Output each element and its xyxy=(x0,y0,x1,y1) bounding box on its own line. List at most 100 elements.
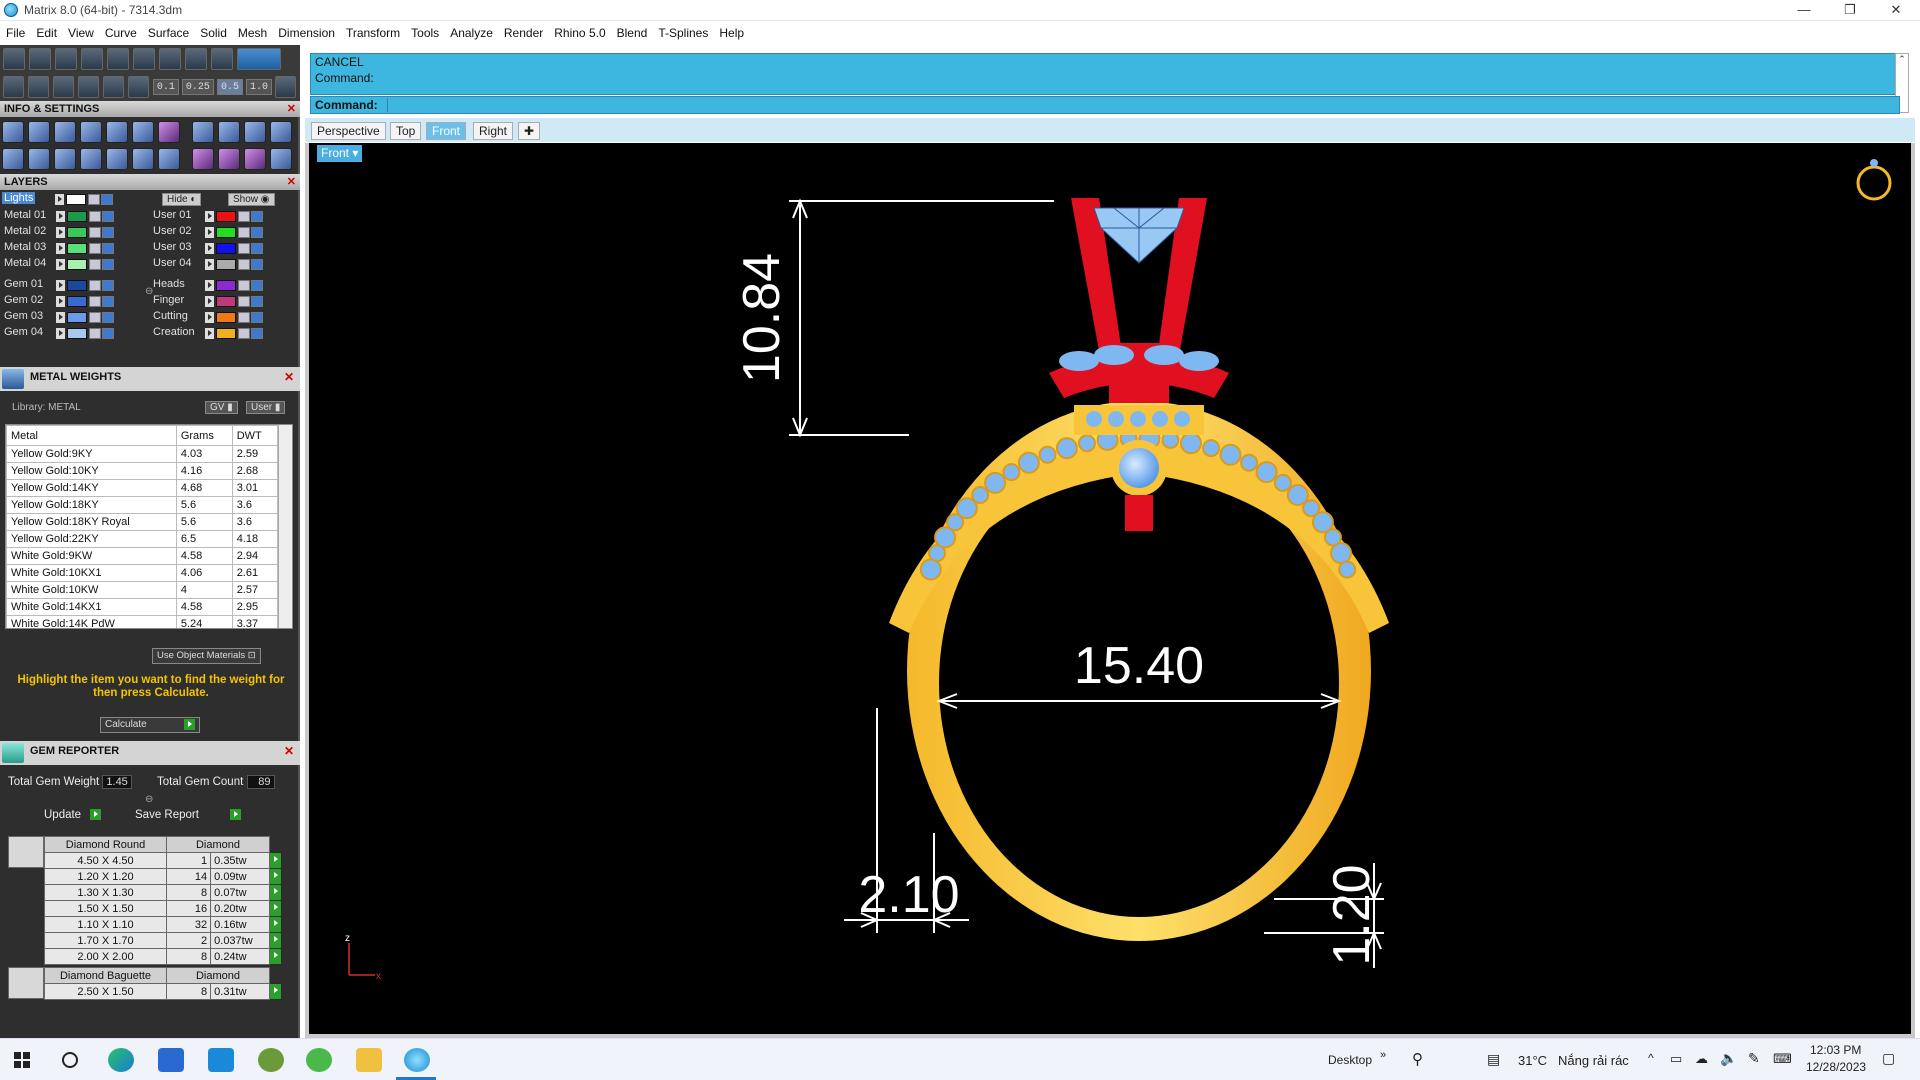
menu-edit[interactable]: Edit xyxy=(36,26,57,40)
snap-perp-icon[interactable] xyxy=(159,48,181,70)
metal-table-scrollbar[interactable] xyxy=(278,425,292,628)
box-icon[interactable] xyxy=(80,148,102,170)
snap-mid-icon[interactable] xyxy=(81,48,103,70)
tools-icon[interactable] xyxy=(192,121,214,143)
windows-icon[interactable] xyxy=(2,148,24,170)
visible-icon[interactable] xyxy=(102,279,114,291)
show-button[interactable]: Show ◉ xyxy=(228,193,275,206)
layer-color-swatch[interactable] xyxy=(67,279,87,291)
layer-controls[interactable] xyxy=(205,295,264,307)
snap-near-icon[interactable] xyxy=(29,48,51,70)
layer-color-swatch[interactable] xyxy=(66,193,86,205)
expand-arrow-icon[interactable] xyxy=(56,327,65,339)
palette-icon[interactable] xyxy=(192,148,214,170)
layer-metal-03-label[interactable]: Metal 03 xyxy=(4,241,46,253)
table-row[interactable]: White Gold:10KX1 4.06 2.61 xyxy=(6,564,279,582)
gem-row[interactable]: 1.30 X 1.30 8 0.07tw xyxy=(44,884,282,901)
expand-arrow-icon[interactable] xyxy=(205,295,214,307)
matrix-app-icon[interactable] xyxy=(404,1048,430,1072)
calculate-button[interactable]: Calculate xyxy=(100,717,200,733)
visible-icon[interactable] xyxy=(251,279,263,291)
expand-arrow-icon[interactable] xyxy=(56,226,65,238)
point-icon[interactable] xyxy=(127,76,149,98)
chevron-right-icon[interactable]: » xyxy=(1380,1049,1386,1061)
grid-snap-icon[interactable] xyxy=(274,76,296,98)
play-icon[interactable] xyxy=(269,852,282,869)
people-icon[interactable]: ⚲ xyxy=(1412,1050,1423,1068)
gv-button[interactable]: GV ▮ xyxy=(205,401,238,414)
layer-color-swatch[interactable] xyxy=(216,242,236,254)
layer-color-swatch[interactable] xyxy=(216,295,236,307)
grid-panel-icon[interactable] xyxy=(270,121,292,143)
snap-tan-icon[interactable] xyxy=(185,48,207,70)
visible-icon[interactable] xyxy=(251,226,263,238)
lock-icon[interactable] xyxy=(89,226,101,238)
expand-arrow-icon[interactable] xyxy=(55,193,64,205)
lock-icon[interactable] xyxy=(238,242,250,254)
layer-gem-02-label[interactable]: Gem 02 xyxy=(4,294,43,306)
ring-preview-icon[interactable] xyxy=(1856,165,1892,201)
menu-help[interactable]: Help xyxy=(719,26,744,40)
snap-value-0-1[interactable]: 0.1 xyxy=(152,79,179,95)
layer-color-swatch[interactable] xyxy=(216,226,236,238)
snap-value-1-0[interactable]: 1.0 xyxy=(245,79,272,95)
stack-icon[interactable] xyxy=(158,148,180,170)
table-row[interactable]: White Gold:14K PdW 5.24 3.37 xyxy=(6,615,279,628)
metal-weights-table[interactable]: Metal Grams DWT Yellow Gold:9KY 4.03 2.59 Y… xyxy=(5,424,293,629)
layer-gem-03-label[interactable]: Gem 03 xyxy=(4,310,43,322)
gem-material-icon[interactable] xyxy=(158,121,180,143)
layer-controls[interactable] xyxy=(205,311,264,323)
layer-user-03-label[interactable]: User 03 xyxy=(153,241,192,253)
lock-icon[interactable] xyxy=(89,210,101,222)
layer-color-swatch[interactable] xyxy=(216,311,236,323)
layer-controls[interactable] xyxy=(56,242,115,254)
expand-arrow-icon[interactable] xyxy=(56,295,65,307)
lock-icon[interactable] xyxy=(238,210,250,222)
search-icon[interactable] xyxy=(58,1048,84,1072)
weather-temp[interactable]: 31°C xyxy=(1518,1053,1547,1068)
clock-time[interactable]: 12:03 PM xyxy=(1810,1043,1861,1057)
chevron-up-icon[interactable]: ^ xyxy=(1648,1051,1654,1065)
expand-arrow-icon[interactable] xyxy=(56,279,65,291)
table-row[interactable]: Yellow Gold:9KY 4.03 2.59 xyxy=(6,445,279,463)
close-icon[interactable]: ✕ xyxy=(284,370,294,384)
play-icon[interactable] xyxy=(269,900,282,917)
column-header-dwt[interactable]: DWT xyxy=(231,425,279,446)
menu-view[interactable]: View xyxy=(68,26,94,40)
tab-right[interactable]: Right xyxy=(473,122,514,140)
command-input[interactable] xyxy=(387,98,1887,112)
close-icon[interactable]: ✕ xyxy=(284,744,294,758)
expand-arrow-icon[interactable] xyxy=(56,210,65,222)
lock-icon[interactable] xyxy=(238,311,250,323)
lock-icon[interactable] xyxy=(238,327,250,339)
scissors-icon[interactable] xyxy=(132,148,154,170)
layer-controls[interactable] xyxy=(56,327,115,339)
play-icon[interactable] xyxy=(269,884,282,901)
tab-top[interactable]: Top xyxy=(390,122,422,140)
collapse-handle-icon[interactable]: ⊖ xyxy=(145,286,153,297)
sparkle-icon[interactable] xyxy=(244,148,266,170)
line-icon[interactable] xyxy=(52,76,74,98)
tab-front[interactable]: Front xyxy=(426,122,467,140)
file-explorer-icon[interactable] xyxy=(356,1048,382,1072)
layer-creation-label[interactable]: Creation xyxy=(153,326,195,338)
visible-icon[interactable] xyxy=(102,327,114,339)
expand-arrow-icon[interactable] xyxy=(56,311,65,323)
filter-icon[interactable] xyxy=(106,148,128,170)
visible-icon[interactable] xyxy=(251,311,263,323)
table-row[interactable]: Yellow Gold:10KY 4.16 2.68 xyxy=(6,462,279,480)
expand-arrow-icon[interactable] xyxy=(205,258,214,270)
layer-color-swatch[interactable] xyxy=(67,258,87,270)
windows-start-icon[interactable] xyxy=(10,1048,34,1072)
layer-user-04-label[interactable]: User 04 xyxy=(153,257,192,269)
layer-color-swatch[interactable] xyxy=(67,295,87,307)
pen-icon[interactable]: ✎ xyxy=(1748,1050,1760,1067)
update-button[interactable]: Update xyxy=(44,809,102,821)
chart-icon[interactable] xyxy=(218,121,240,143)
pencil-icon[interactable] xyxy=(132,121,154,143)
store-icon[interactable] xyxy=(158,1048,184,1072)
ortho-toggle-button[interactable] xyxy=(237,48,281,70)
volume-icon[interactable]: 🔈 xyxy=(1720,1050,1737,1067)
layer-heads-label[interactable]: Heads xyxy=(153,278,185,290)
layer-color-swatch[interactable] xyxy=(216,327,236,339)
